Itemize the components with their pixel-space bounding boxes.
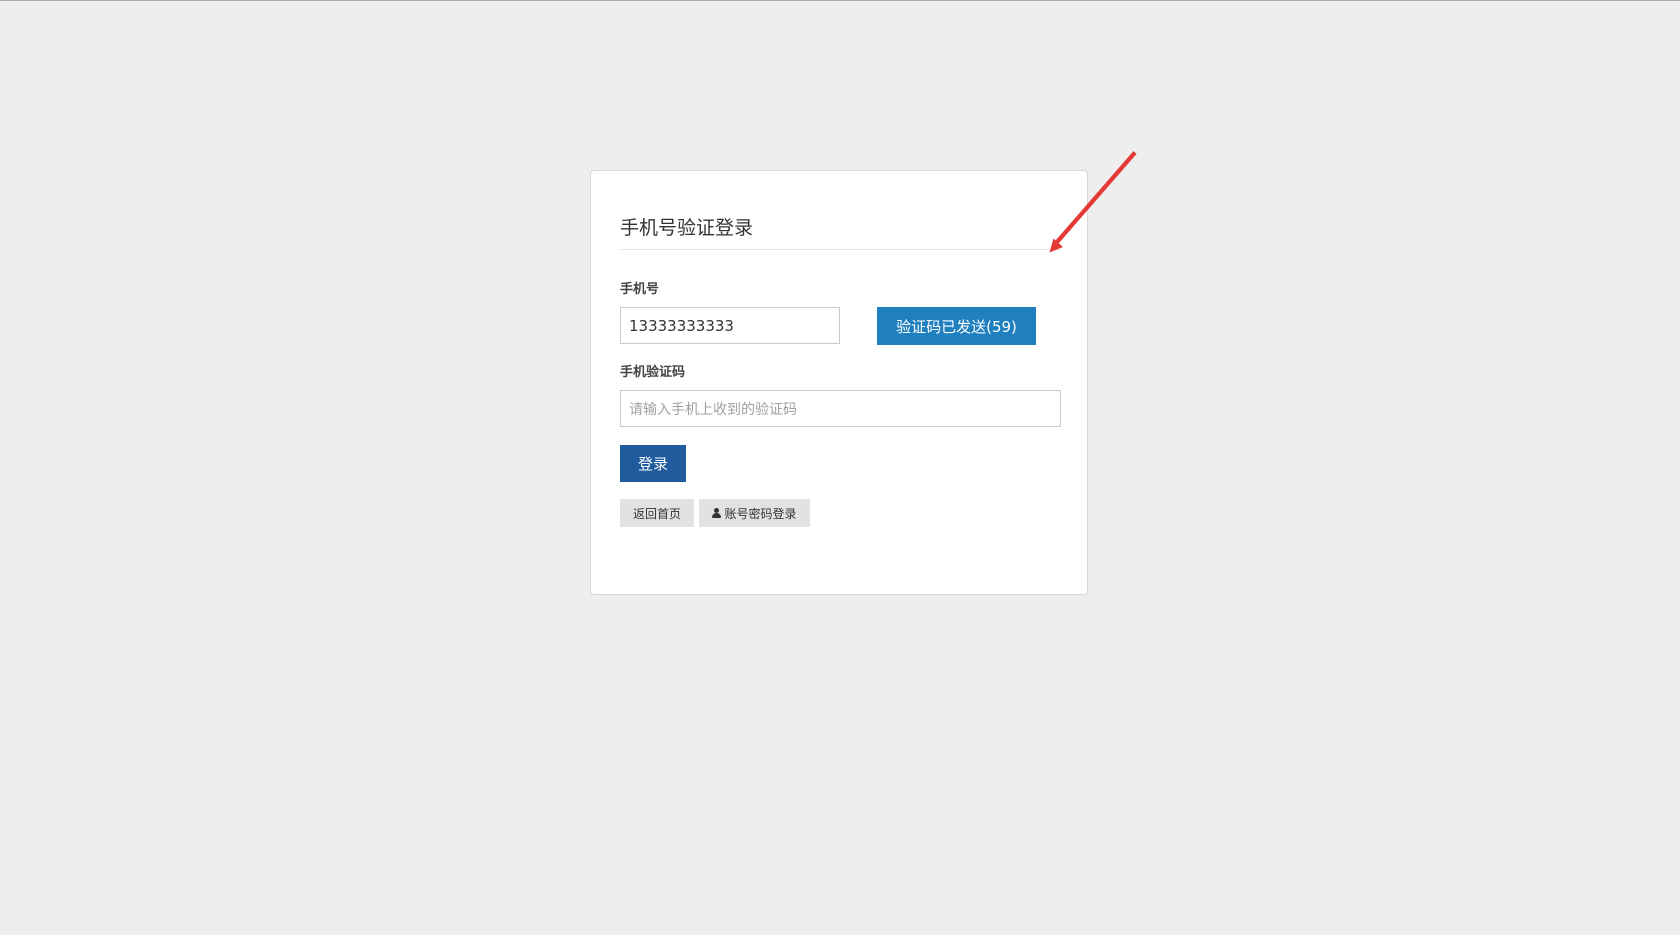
send-code-button[interactable]: 验证码已发送(59)	[877, 307, 1036, 345]
page-title: 手机号验证登录	[620, 217, 754, 239]
verification-code-input[interactable]	[620, 390, 1061, 427]
user-icon	[712, 508, 722, 518]
password-login-button[interactable]: 账号密码登录	[699, 499, 810, 527]
login-button[interactable]: 登录	[620, 445, 686, 482]
phone-input[interactable]	[620, 307, 840, 344]
window-top-border	[0, 0, 1680, 1]
back-home-label: 返回首页	[632, 506, 681, 521]
verification-code-label: 手机验证码	[620, 365, 686, 380]
password-login-label: 账号密码登录	[724, 506, 797, 521]
annotation-arrow	[1049, 151, 1137, 253]
phone-label: 手机号	[620, 282, 660, 297]
back-home-button[interactable]: 返回首页	[620, 499, 694, 527]
